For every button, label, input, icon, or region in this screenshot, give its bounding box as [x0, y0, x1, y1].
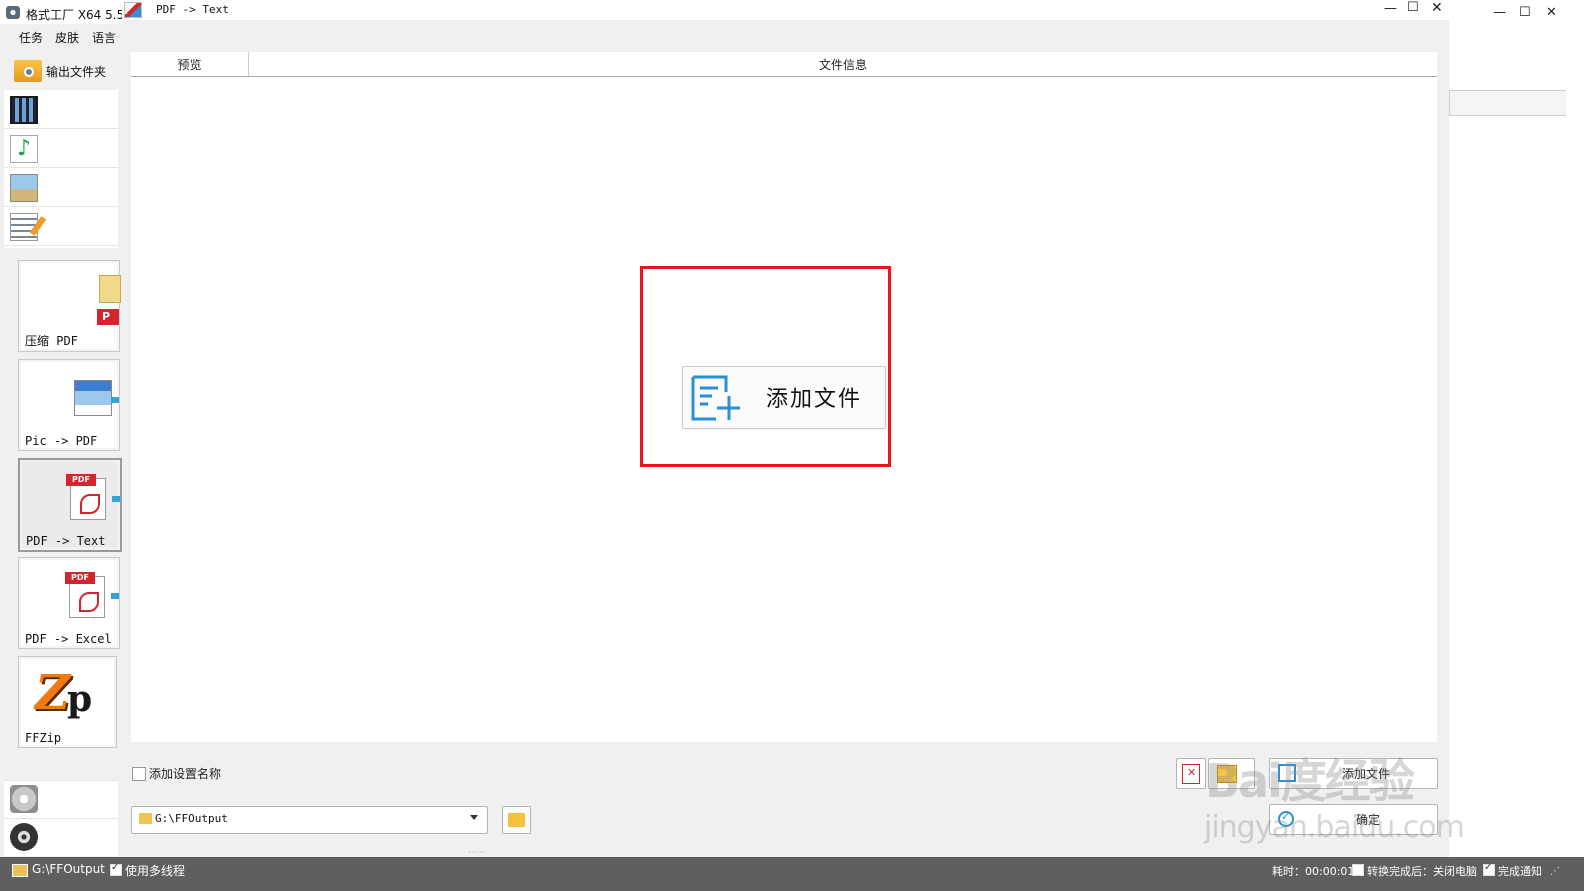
multithread-checkbox[interactable] [110, 862, 122, 876]
dialog-maximize-button[interactable]: ☐ [1407, 0, 1419, 15]
tile-label: PDF -> Text [26, 534, 106, 548]
output-folder-icon [14, 60, 42, 82]
output-folder-value: G:\FFOutput [155, 812, 228, 825]
add-setting-name-label: 添加设置名称 [149, 767, 222, 781]
after-convert-checkbox[interactable] [1352, 864, 1364, 876]
tile-label: FFZip [25, 731, 62, 745]
dialog-close-button[interactable]: ✕ [1431, 0, 1443, 16]
main-toolbar: 输出文件夹 [0, 52, 122, 86]
add-file-big-label: 添加文件 [766, 387, 863, 412]
category-image[interactable] [4, 168, 118, 207]
column-header-preview[interactable]: 预览 [131, 52, 249, 76]
pdf-icon: PDF [65, 572, 107, 618]
ffzip-logo-icon: Z p [35, 665, 93, 721]
picture-to-pdf-icon [74, 380, 112, 416]
arrow-nub-icon [112, 496, 120, 502]
folder-icon [508, 813, 525, 827]
browse-folder-button[interactable] [502, 806, 531, 834]
output-folder-button[interactable]: 输出文件夹 [14, 58, 118, 84]
main-window-title: 格式工厂 X64 5.5.0 [26, 8, 136, 22]
tile-pic-to-pdf[interactable]: Pic -> PDF [18, 359, 120, 451]
tile-pdf-to-text[interactable]: PDF PDF -> Text [18, 458, 122, 552]
add-file-icon [691, 375, 740, 421]
bg-maximize-button[interactable]: ☐ [1519, 5, 1531, 20]
arrow-nub-icon [111, 397, 119, 403]
folder-icon [139, 813, 152, 824]
notify-checkbox[interactable] [1483, 862, 1495, 876]
remove-file-icon [1182, 764, 1200, 784]
output-folder-label: 输出文件夹 [46, 64, 107, 79]
tile-label: PDF -> Excel [25, 632, 112, 646]
category-disc[interactable] [4, 780, 118, 819]
film-reel-icon [10, 823, 38, 851]
tile-label: 压缩 PDF [25, 334, 78, 348]
menu-language[interactable]: 语言 [92, 29, 116, 46]
picture-icon [10, 174, 38, 202]
arrow-nub-icon [111, 593, 119, 599]
format-factory-app-icon [6, 6, 20, 19]
background-window-panel [1449, 90, 1566, 116]
after-convert-label: 转换完成后：关闭电脑 [1367, 865, 1477, 878]
dialog-title: PDF -> Text [156, 3, 229, 16]
tile-ffzip[interactable]: Z p FFZip [18, 656, 117, 748]
category-video[interactable] [4, 90, 118, 129]
document-edit-icon [10, 213, 38, 241]
tile-pdf-to-excel[interactable]: PDF PDF -> Excel [18, 557, 120, 649]
watermark-brand: Bai度经验 [1205, 754, 1415, 808]
category-audio[interactable] [4, 129, 118, 168]
dialog-titlebar [122, 0, 1449, 20]
menu-skin[interactable]: 皮肤 [55, 29, 79, 46]
misc-list [4, 780, 118, 856]
category-utilities[interactable] [4, 818, 118, 857]
bg-minimize-button[interactable]: — [1493, 5, 1506, 20]
notify-label: 完成通知 [1498, 865, 1542, 878]
chevron-down-icon[interactable] [470, 815, 478, 820]
watermark-url: jingyan.baidu.com [1204, 810, 1465, 845]
dialog-app-icon [124, 2, 142, 18]
multithread-label: 使用多线程 [125, 864, 186, 878]
tile-label: Pic -> PDF [25, 434, 98, 448]
pdf-compress-icon: P [97, 269, 121, 325]
remove-file-button[interactable] [1176, 758, 1206, 789]
add-setting-name-checkbox[interactable] [132, 767, 146, 781]
tile-compress-pdf[interactable]: P 压缩 PDF [18, 260, 121, 352]
category-document[interactable] [4, 207, 118, 246]
bg-close-button[interactable]: ✕ [1546, 5, 1557, 20]
menubar: 任务 皮肤 语言 [0, 25, 122, 47]
resize-grip-icon[interactable]: ⋰ [1550, 866, 1560, 877]
category-list [4, 90, 118, 248]
elapsed-time: 耗时：00:00:01 [1272, 865, 1355, 878]
dialog-minimize-button[interactable]: — [1384, 1, 1397, 16]
menu-task[interactable]: 任务 [19, 29, 43, 46]
disc-drive-icon [10, 785, 38, 813]
background-window [1449, 0, 1584, 857]
music-note-icon [10, 135, 38, 163]
pdf-icon: PDF [66, 474, 108, 520]
folder-icon [12, 864, 28, 877]
status-output-path[interactable]: G:\FFOutput [32, 862, 105, 876]
column-header-file-info[interactable]: 文件信息 [249, 52, 1437, 76]
film-icon [10, 96, 38, 124]
